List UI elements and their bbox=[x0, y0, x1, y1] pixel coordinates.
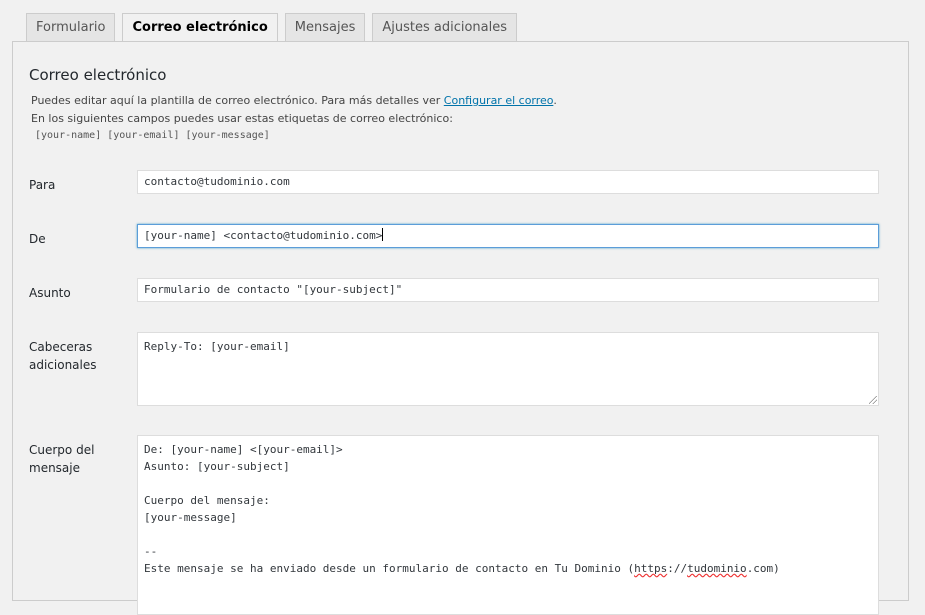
from-input[interactable]: [your-name] <contacto@tudominio.com> bbox=[137, 224, 879, 248]
text-caret bbox=[382, 228, 384, 241]
body-line-footer: Este mensaje se ha enviado desde un form… bbox=[144, 560, 872, 577]
tab-bar: Formulario Correo electrónico Mensajes A… bbox=[26, 13, 524, 43]
description-line-2: En los siguientes campos puedes usar est… bbox=[31, 112, 453, 125]
subject-input[interactable]: Formulario de contacto "[your-subject]" bbox=[137, 278, 879, 302]
tab-ajustes-adicionales[interactable]: Ajustes adicionales bbox=[372, 13, 517, 42]
to-value: contacto@tudominio.com bbox=[144, 175, 290, 188]
mail-tags: [your-name] [your-email] [your-message] bbox=[35, 130, 270, 141]
subject-label: Asunto bbox=[29, 286, 71, 300]
body-label: Cuerpo del mensaje bbox=[29, 443, 95, 475]
description-text: Puedes editar aquí la plantilla de corre… bbox=[31, 94, 444, 107]
tab-mensajes[interactable]: Mensajes bbox=[284, 13, 366, 42]
headers-value: Reply-To: [your-email] bbox=[144, 340, 290, 353]
from-value: [your-name] <contacto@tudominio.com> bbox=[144, 229, 383, 242]
body-line: Cuerpo del mensaje: bbox=[144, 494, 270, 507]
description-period: . bbox=[553, 94, 557, 107]
from-label: De bbox=[29, 232, 46, 246]
headers-textarea[interactable]: Reply-To: [your-email] bbox=[137, 332, 879, 406]
section-title: Correo electrónico bbox=[29, 66, 167, 84]
description-line-1: Puedes editar aquí la plantilla de corre… bbox=[31, 94, 557, 107]
body-line bbox=[144, 526, 872, 543]
body-line: De: [your-name] <[your-email]> bbox=[144, 443, 343, 456]
tab-correo-electronico[interactable]: Correo electrónico bbox=[122, 13, 278, 43]
to-input[interactable]: contacto@tudominio.com bbox=[137, 170, 879, 194]
subject-value: Formulario de contacto "[your-subject]" bbox=[144, 283, 403, 296]
mail-panel: Correo electrónico Puedes editar aquí la… bbox=[12, 41, 909, 615]
body-line: [your-message] bbox=[144, 511, 237, 524]
footer-text: Este mensaje se ha enviado desde un form… bbox=[144, 562, 635, 575]
to-label: Para bbox=[29, 178, 56, 192]
tab-formulario[interactable]: Formulario bbox=[26, 13, 116, 42]
body-line: -- bbox=[144, 545, 158, 558]
footer-url-domain: tudominio bbox=[687, 562, 747, 575]
footer-url-sep: :// bbox=[667, 562, 688, 575]
footer-url-tld: .com) bbox=[746, 562, 780, 575]
body-line: Asunto: [your-subject] bbox=[144, 460, 290, 473]
footer-url-scheme: https bbox=[634, 562, 668, 575]
body-line bbox=[144, 475, 872, 492]
resize-handle-icon[interactable] bbox=[869, 396, 877, 404]
configure-mail-link[interactable]: Configurar el correo bbox=[444, 94, 554, 107]
body-textarea[interactable]: De: [your-name] <[your-email]> Asunto: [y… bbox=[137, 435, 879, 615]
headers-label: Cabeceras adicionales bbox=[29, 340, 97, 372]
